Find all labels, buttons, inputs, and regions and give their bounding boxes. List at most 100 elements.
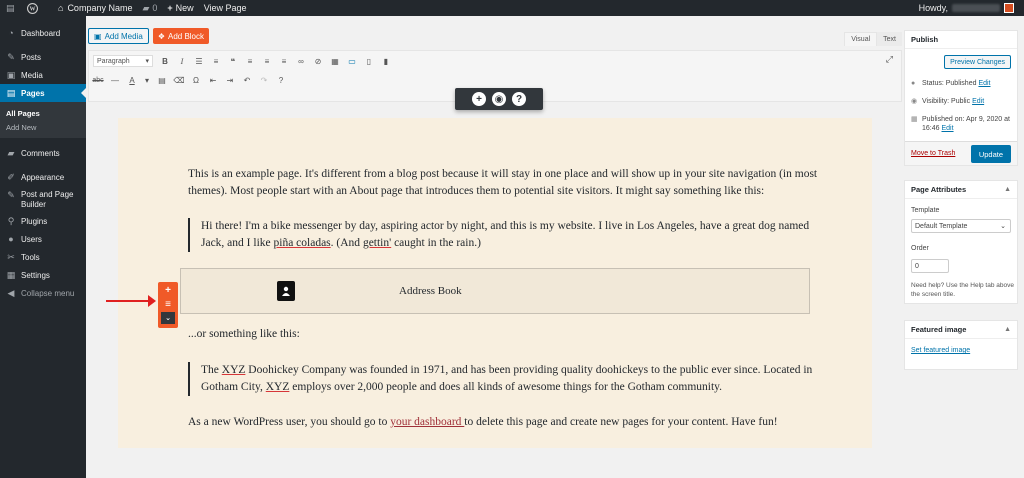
sidebar-item-pages[interactable]: ▤ Pages xyxy=(0,84,86,102)
edit-visibility-link[interactable]: Edit xyxy=(972,98,984,105)
add-icon[interactable]: + xyxy=(472,92,486,106)
plus-icon: + xyxy=(167,3,173,13)
chevron-down-icon[interactable]: ▾ xyxy=(144,74,150,86)
order-input[interactable]: 0 xyxy=(911,259,949,273)
account-menu[interactable]: Howdy, xyxy=(919,0,1014,16)
chevron-down-icon: ⌄ xyxy=(1000,223,1006,230)
sidebar-item-plugins[interactable]: ⚲ Plugins xyxy=(0,212,86,230)
update-button[interactable]: Update xyxy=(970,145,1011,163)
sidebar-item-tools[interactable]: ✂ Tools xyxy=(0,248,86,266)
chevron-down-icon: ▾ xyxy=(145,58,149,65)
numbered-list-icon[interactable]: ≡ xyxy=(211,55,221,67)
add-block-icon[interactable]: + xyxy=(161,284,175,296)
sidebar-item-dashboard[interactable]: ◔ Dashboard xyxy=(0,24,86,42)
submenu-all-pages[interactable]: All Pages xyxy=(0,106,86,120)
strikethrough-icon[interactable]: abc xyxy=(92,74,103,86)
tablet-preview-icon[interactable]: ▯ xyxy=(364,55,374,67)
panel-title: Featured image ▲ xyxy=(905,321,1017,339)
toolbar-toggle-icon[interactable]: ▦ xyxy=(330,55,340,67)
menu-toggle-icon[interactable]: ▤ xyxy=(6,3,15,14)
undo-icon[interactable]: ↶ xyxy=(242,74,252,86)
featured-image-panel: Featured image ▲ Set featured image xyxy=(904,320,1018,370)
chevron-up-icon[interactable]: ▲ xyxy=(1004,186,1011,193)
bold-icon[interactable]: B xyxy=(160,55,170,67)
redo-icon[interactable]: ↷ xyxy=(259,74,269,86)
order-label: Order xyxy=(911,245,929,252)
annotation-arrow xyxy=(106,295,156,307)
tab-visual[interactable]: Visual xyxy=(844,32,878,46)
admin-sidebar: ◔ Dashboard ✎ Posts ▣ Media ▤ Pages All … xyxy=(0,16,86,478)
address-book-block[interactable]: Address Book xyxy=(180,268,810,314)
drag-handle-icon[interactable]: ≡ xyxy=(161,298,175,310)
avatar xyxy=(1004,3,1014,13)
collapse-icon: ◀ xyxy=(7,287,15,298)
brush-icon: ✐ xyxy=(7,171,15,182)
panel-title: Page Attributes ▲ xyxy=(905,181,1017,199)
view-page-link[interactable]: View Page xyxy=(204,3,247,13)
set-featured-image-link[interactable]: Set featured image xyxy=(911,347,970,354)
blockquote-xyz-company: The XYZ Doohickey Company was founded in… xyxy=(188,362,828,396)
outdent-icon[interactable]: ⇤ xyxy=(208,74,218,86)
editor-tabs: Visual Text xyxy=(844,32,902,46)
comment-icon: ▰ xyxy=(142,2,150,13)
desktop-preview-icon[interactable]: ▭ xyxy=(347,55,357,67)
edit-status-link[interactable]: Edit xyxy=(978,80,990,87)
comments-link[interactable]: ▰ 0 xyxy=(142,3,157,14)
paste-text-icon[interactable]: ▤ xyxy=(157,74,167,86)
italic-icon[interactable]: I xyxy=(177,55,187,67)
edit-date-link[interactable]: Edit xyxy=(941,125,953,132)
preview-changes-button[interactable]: Preview Changes xyxy=(944,55,1011,69)
globe-icon[interactable]: ◉ xyxy=(492,92,506,106)
paragraph-intro: This is an example page. It's different … xyxy=(188,168,818,197)
sidebar-item-post-and-page-builder[interactable]: ✎ Post and Page Builder xyxy=(0,186,86,212)
text-color-icon[interactable]: A xyxy=(127,74,137,86)
special-character-icon[interactable]: Ω xyxy=(191,74,201,86)
link-icon[interactable]: ∞ xyxy=(296,55,306,67)
home-icon: ⌂ xyxy=(58,3,64,13)
format-select[interactable]: Paragraph ▾ xyxy=(93,55,153,67)
chevron-up-icon[interactable]: ▲ xyxy=(1004,326,1011,333)
help-icon[interactable]: ? xyxy=(276,74,286,86)
wordpress-logo-icon[interactable]: W xyxy=(24,0,40,16)
template-select[interactable]: Default Template ⌄ xyxy=(911,219,1011,233)
site-name-link[interactable]: ⌂ Company Name xyxy=(58,3,132,13)
sidebar-item-media[interactable]: ▣ Media xyxy=(0,66,86,84)
block-controls: + ≡ ⌄ xyxy=(158,282,178,328)
comment-icon: ▰ xyxy=(7,147,15,158)
help-icon[interactable]: ? xyxy=(512,92,526,106)
svg-text:W: W xyxy=(29,6,35,12)
sidebar-item-users[interactable]: ● Users xyxy=(0,230,86,248)
publish-panel: Publish Preview Changes ● Status: Publis… xyxy=(904,30,1018,166)
sidebar-item-settings[interactable]: ▦ Settings xyxy=(0,266,86,284)
blockquote-icon[interactable]: ❝ xyxy=(228,55,238,67)
media-icon: ▣ xyxy=(6,69,16,80)
bullet-list-icon[interactable]: ☰ xyxy=(194,55,204,67)
horizontal-line-icon[interactable]: — xyxy=(110,74,120,86)
new-content-link[interactable]: + New xyxy=(167,3,193,13)
align-right-icon[interactable]: ≡ xyxy=(279,55,289,67)
template-label: Template xyxy=(911,207,940,214)
clear-formatting-icon[interactable]: ⌫ xyxy=(173,74,184,86)
indent-icon[interactable]: ⇥ xyxy=(225,74,235,86)
add-block-button[interactable]: ❖ Add Block xyxy=(152,28,210,44)
submenu-add-new[interactable]: Add New xyxy=(0,120,86,134)
sidebar-collapse-menu[interactable]: ◀ Collapse menu xyxy=(0,284,86,302)
dashboard-link[interactable]: your dashboard xyxy=(390,416,464,428)
tab-text[interactable]: Text xyxy=(877,32,902,46)
chevron-down-icon[interactable]: ⌄ xyxy=(161,312,175,324)
media-buttons: ▣ Add Media ❖ Add Block xyxy=(88,28,210,44)
pages-icon: ▤ xyxy=(6,87,16,98)
fullscreen-icon[interactable]: ⤢ xyxy=(886,54,893,65)
add-media-button[interactable]: ▣ Add Media xyxy=(88,28,149,44)
move-to-trash-link[interactable]: Move to Trash xyxy=(911,150,955,157)
unlink-icon[interactable]: ⊘ xyxy=(313,55,323,67)
visibility-line: ◉ Visibility: Public Edit xyxy=(911,98,985,105)
sidebar-item-posts[interactable]: ✎ Posts xyxy=(0,48,86,66)
sidebar-item-comments[interactable]: ▰ Comments xyxy=(0,144,86,162)
align-center-icon[interactable]: ≡ xyxy=(262,55,272,67)
editor-content-area[interactable]: This is an example page. It's different … xyxy=(118,118,872,448)
align-left-icon[interactable]: ≡ xyxy=(245,55,255,67)
calendar-icon: ▦ xyxy=(911,116,918,123)
sidebar-item-appearance[interactable]: ✐ Appearance xyxy=(0,168,86,186)
mobile-preview-icon[interactable]: ▮ xyxy=(381,55,391,67)
